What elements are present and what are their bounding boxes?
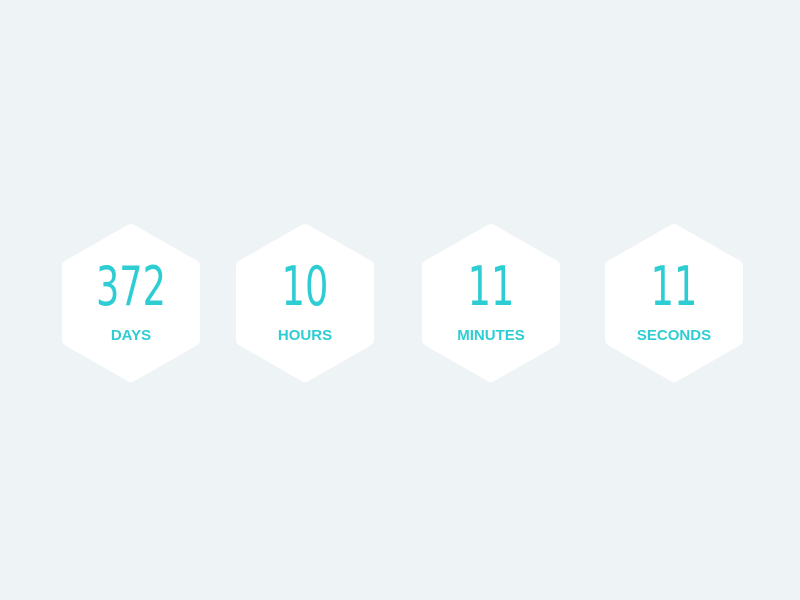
countdown-timer: 372 DAYS 10 HOURS 11 MINUTES 11 SECONDS xyxy=(0,0,800,600)
countdown-days: 372 DAYS xyxy=(61,223,201,383)
hours-value: 10 xyxy=(281,255,329,318)
hours-label: HOURS xyxy=(277,327,333,344)
minutes-label: MINUTES xyxy=(457,327,525,344)
seconds-label: SECONDS xyxy=(636,327,712,344)
days-label: DAYS xyxy=(110,327,152,344)
countdown-minutes: 11 MINUTES xyxy=(421,223,561,383)
days-value: 372 xyxy=(95,255,167,318)
countdown-hours: 10 HOURS xyxy=(235,223,375,383)
minutes-value: 11 xyxy=(467,255,515,318)
seconds-value: 11 xyxy=(650,255,698,318)
countdown-seconds: 11 SECONDS xyxy=(604,223,744,383)
